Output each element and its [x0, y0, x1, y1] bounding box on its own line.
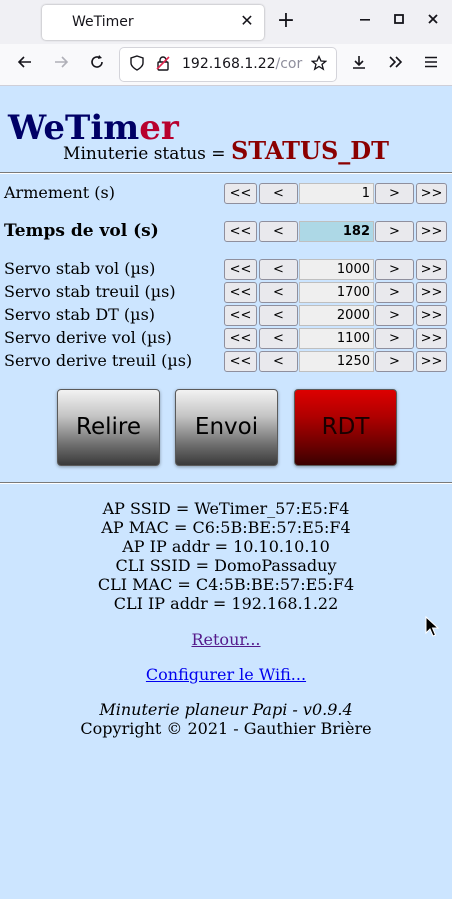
url-path: /cor: [275, 56, 303, 72]
hamburger-menu-icon[interactable]: [418, 52, 444, 78]
insecure-lock-icon[interactable]: [154, 55, 172, 73]
back-arrow-icon[interactable]: [12, 52, 38, 78]
value-input[interactable]: 1700: [299, 282, 374, 303]
fast-increment-button[interactable]: >>: [416, 183, 447, 204]
decrement-button[interactable]: <: [259, 282, 298, 303]
param-row: Armement (s) << <1 > >>: [0, 182, 452, 204]
download-icon[interactable]: [346, 52, 372, 78]
decrement-button[interactable]: <: [259, 305, 298, 326]
star-icon[interactable]: [310, 54, 328, 73]
fast-decrement-button[interactable]: <<: [224, 305, 257, 326]
info-line: CLI IP addr = 192.168.1.22: [113, 594, 339, 613]
decrement-button[interactable]: <: [259, 221, 298, 242]
reload-button[interactable]: Relire: [57, 389, 160, 466]
overflow-chevron-icon[interactable]: [382, 52, 408, 78]
value-input[interactable]: 182: [299, 221, 374, 242]
param-row: Servo stab DT (µs) << <2000 > >>: [0, 304, 452, 326]
status-value: STATUS_DT: [230, 136, 389, 165]
configure-wifi-link[interactable]: Configurer le Wifi...: [146, 665, 306, 684]
info-line: CLI SSID = DomoPassaduy: [115, 556, 337, 575]
fast-decrement-button[interactable]: <<: [224, 282, 257, 303]
divider: [0, 482, 452, 484]
mouse-cursor-icon: [425, 616, 439, 637]
param-row: Servo stab vol (µs) << <1000 > >>: [0, 258, 452, 280]
fast-decrement-button[interactable]: <<: [224, 328, 257, 349]
close-window-icon[interactable]: [422, 10, 444, 32]
increment-button[interactable]: >: [375, 221, 414, 242]
tab-title: WeTimer: [72, 14, 134, 30]
maximize-icon[interactable]: [388, 10, 410, 32]
increment-button[interactable]: >: [375, 259, 414, 280]
url-text[interactable]: 192.168.1.22/cor: [182, 56, 306, 72]
param-label: Servo stab vol (µs): [4, 259, 156, 278]
decrement-button[interactable]: <: [259, 259, 298, 280]
value-input[interactable]: 2000: [299, 305, 374, 326]
footer-copyright: Copyright © 2021 - Gauthier Brière: [80, 719, 372, 738]
value-input[interactable]: 1000: [299, 259, 374, 280]
minimize-icon[interactable]: [354, 10, 376, 32]
rdt-button[interactable]: RDT: [294, 389, 397, 466]
param-label: Servo stab treuil (µs): [4, 282, 176, 301]
value-input[interactable]: 1250: [299, 351, 374, 372]
send-button[interactable]: Envoi: [175, 389, 278, 466]
param-row: Temps de vol (s) << <182 > >>: [0, 220, 452, 242]
param-label: Servo derive treuil (µs): [4, 351, 193, 370]
tab-bar: WeTimer ✕ +: [0, 0, 452, 44]
info-line: AP IP addr = 10.10.10.10: [122, 537, 330, 556]
plus-icon[interactable]: +: [274, 9, 298, 33]
close-icon[interactable]: ✕: [238, 11, 256, 31]
fast-decrement-button[interactable]: <<: [224, 351, 257, 372]
decrement-button[interactable]: <: [259, 183, 298, 204]
page-content: WeTimer Minuterie status = STATUS_DT Arm…: [0, 86, 452, 899]
fast-increment-button[interactable]: >>: [416, 351, 447, 372]
status-label: Minuterie status =: [63, 144, 226, 164]
value-input[interactable]: 1: [299, 183, 374, 204]
value-input[interactable]: 1100: [299, 328, 374, 349]
fast-increment-button[interactable]: >>: [416, 259, 447, 280]
browser-tab[interactable]: WeTimer ✕: [42, 5, 264, 40]
param-row: Servo stab treuil (µs) << <1700 > >>: [0, 281, 452, 303]
back-link-container: Retour...: [0, 630, 452, 649]
param-label: Servo stab DT (µs): [4, 305, 156, 324]
fast-decrement-button[interactable]: <<: [224, 221, 257, 242]
url-host: 192.168.1.22: [182, 56, 276, 72]
param-row: Servo derive vol (µs) << <1100 > >>: [0, 327, 452, 349]
increment-button[interactable]: >: [375, 351, 414, 372]
back-link[interactable]: Retour...: [191, 630, 260, 649]
fast-increment-button[interactable]: >>: [416, 305, 447, 326]
url-bar[interactable]: 192.168.1.22/cor: [120, 48, 336, 81]
param-label: Armement (s): [4, 183, 115, 202]
fast-increment-button[interactable]: >>: [416, 328, 447, 349]
param-label: Servo derive vol (µs): [4, 328, 172, 347]
reload-icon[interactable]: [84, 52, 110, 78]
info-line: AP MAC = C6:5B:BE:57:E5:F4: [101, 518, 351, 537]
decrement-button[interactable]: <: [259, 328, 298, 349]
divider: [0, 172, 452, 174]
decrement-button[interactable]: <: [259, 351, 298, 372]
fast-decrement-button[interactable]: <<: [224, 183, 257, 204]
info-line: CLI MAC = C4:5B:BE:57:E5:F4: [97, 575, 355, 594]
shield-icon[interactable]: [128, 55, 146, 73]
status-line: Minuterie status = STATUS_DT: [0, 136, 452, 165]
wifi-link-container: Configurer le Wifi...: [0, 665, 452, 684]
increment-button[interactable]: >: [375, 183, 414, 204]
navigation-bar: 192.168.1.22/cor: [0, 44, 452, 86]
fast-increment-button[interactable]: >>: [416, 282, 447, 303]
footer-title: Minuterie planeur Papi - v0.9.4: [99, 700, 353, 719]
forward-arrow-icon[interactable]: [48, 52, 74, 78]
increment-button[interactable]: >: [375, 305, 414, 326]
increment-button[interactable]: >: [375, 282, 414, 303]
fast-decrement-button[interactable]: <<: [224, 259, 257, 280]
param-row: Servo derive treuil (µs) << <1250 > >>: [0, 350, 452, 372]
param-label: Temps de vol (s): [4, 221, 159, 241]
info-line: AP SSID = WeTimer_57:E5:F4: [102, 499, 350, 518]
fast-increment-button[interactable]: >>: [416, 221, 447, 242]
increment-button[interactable]: >: [375, 328, 414, 349]
